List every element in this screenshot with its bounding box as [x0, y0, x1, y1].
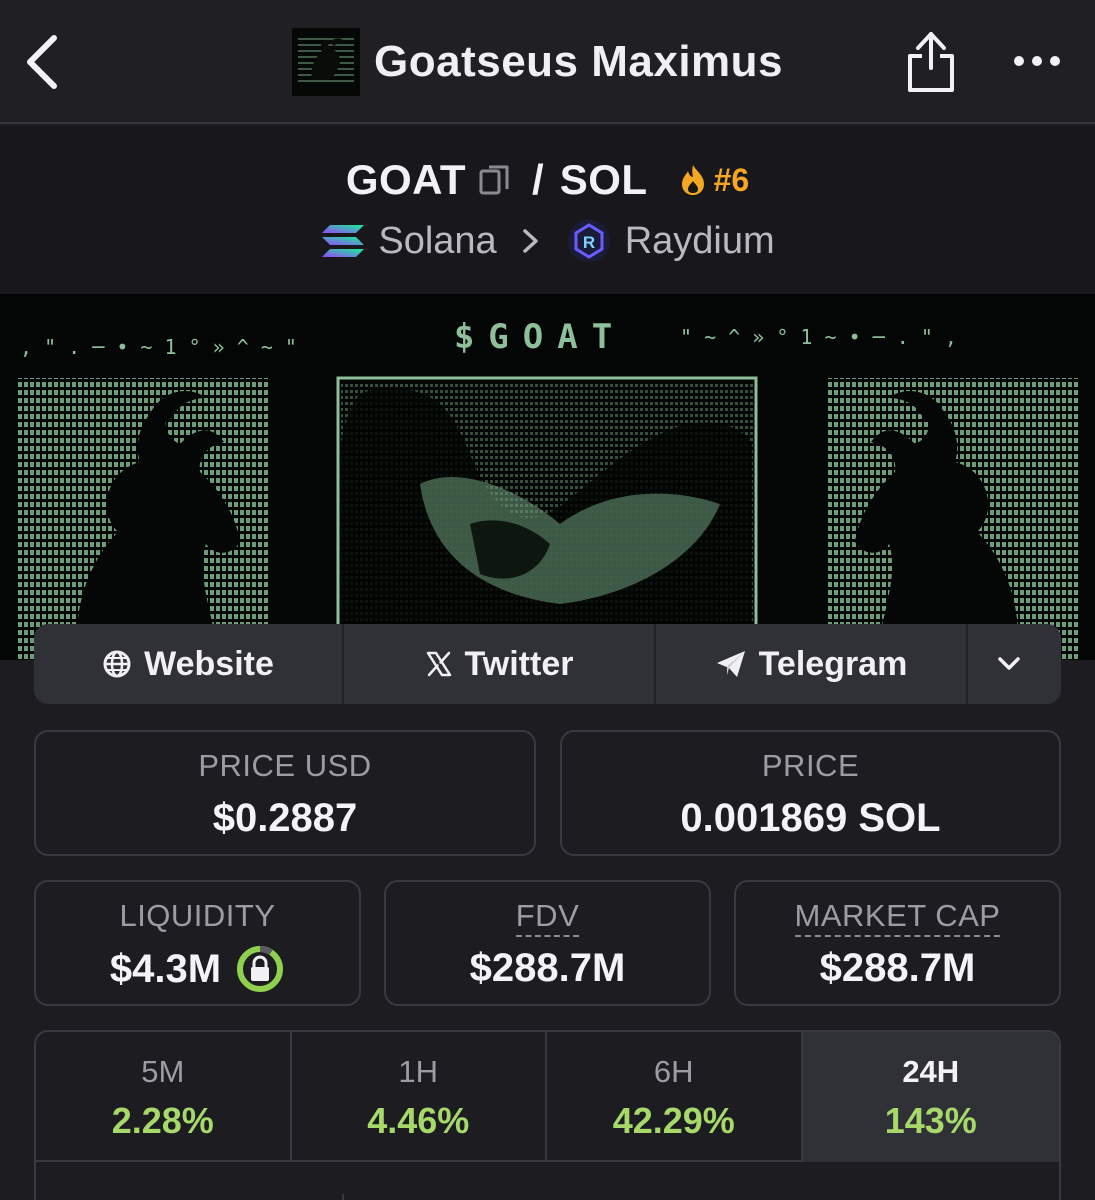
trending-rank: #6 — [713, 161, 750, 198]
copy-icon[interactable] — [478, 163, 512, 197]
telegram-link[interactable]: Telegram — [656, 624, 968, 704]
dex-name[interactable]: Raydium — [625, 220, 775, 263]
price-change-table: 5M 2.28% 1H 4.46% 6H 42.29% 24H 143% — [34, 1030, 1061, 1200]
telegram-label: Telegram — [758, 644, 908, 683]
website-label: Website — [144, 644, 274, 683]
price-usd-card: PRICE USD $0.2887 — [34, 730, 536, 856]
back-button[interactable] — [22, 32, 70, 92]
price-change-value: 2.28% — [111, 1100, 214, 1141]
top-nav-bar: Goatseus Maximus — [0, 0, 1095, 124]
token-logo — [292, 28, 360, 96]
chevron-right-icon — [522, 229, 538, 253]
chain-name[interactable]: Solana — [378, 220, 496, 263]
svg-text:" ~ ^ » ° 1 ~ • ─ . " ,: " ~ ^ » ° 1 ~ • ─ . " , — [680, 325, 957, 349]
tab-1h[interactable]: 1H 4.46% — [292, 1032, 547, 1162]
banner-ticker: $GOAT — [454, 317, 626, 357]
pair-title: GOAT / SOL #6 — [0, 154, 1095, 206]
svg-text:R: R — [583, 233, 595, 252]
fdv-label: FDV — [515, 898, 580, 937]
price-usd-value: $0.2887 — [212, 796, 358, 840]
price-native-value: 0.001869 SOL — [680, 796, 941, 840]
market-cap-label: MARKET CAP — [794, 898, 1001, 937]
price-change-value: 4.46% — [367, 1100, 470, 1141]
solana-icon[interactable] — [320, 221, 366, 261]
market-cap-value: $288.7M — [819, 946, 976, 990]
tab-5m[interactable]: 5M 2.28% — [36, 1032, 292, 1162]
liquidity-lock-icon[interactable] — [235, 944, 285, 994]
quote-token-symbol: SOL — [559, 156, 648, 203]
trending-badge[interactable]: #6 — [678, 161, 750, 199]
timeframe-label: 5M — [141, 1054, 185, 1089]
timeframe-label: 1H — [398, 1054, 439, 1089]
tab-24h[interactable]: 24H 143% — [802, 1032, 1059, 1162]
svg-text:, " . ─ • ~ 1 ° » ^ ~ ": , " . ─ • ~ 1 ° » ^ ~ " — [20, 335, 297, 359]
price-native-card: PRICE 0.001869 SOL — [560, 730, 1061, 856]
pair-separator: / — [532, 156, 544, 203]
fdv-value: $288.7M — [469, 946, 626, 990]
liquidity-value: $4.3M — [109, 946, 222, 991]
raydium-icon[interactable]: R — [567, 219, 611, 263]
chevron-down-icon — [997, 657, 1020, 670]
website-link[interactable]: Website — [34, 624, 344, 704]
txn-stats-row — [36, 1162, 1059, 1200]
market-cap-card[interactable]: MARKET CAP $288.7M — [734, 880, 1061, 1006]
timeframe-label: 24H — [902, 1054, 960, 1089]
fdv-card[interactable]: FDV $288.7M — [384, 880, 711, 1006]
breadcrumb: Solana R Raydium — [0, 216, 1095, 266]
more-links-dropdown[interactable] — [968, 624, 1061, 704]
twitter-link[interactable]: Twitter — [344, 624, 656, 704]
flame-icon — [681, 165, 704, 195]
token-banner-image: , " . ─ • ~ 1 ° » ^ ~ " " ~ ^ » ° 1 ~ • … — [0, 294, 1095, 660]
base-token-symbol: GOAT — [345, 156, 467, 203]
price-usd-label: PRICE USD — [198, 748, 372, 783]
share-button[interactable] — [904, 28, 958, 96]
more-dots-icon — [1014, 56, 1060, 66]
globe-icon — [103, 650, 131, 678]
share-icon — [908, 32, 954, 92]
x-logo-icon — [426, 651, 451, 677]
page-title: Goatseus Maximus — [374, 37, 784, 86]
price-change-value: 143% — [884, 1100, 977, 1141]
chevron-left-icon — [27, 35, 57, 89]
social-links-bar: Website Twitter Telegram — [34, 624, 1061, 704]
timeframe-label: 6H — [653, 1054, 694, 1089]
telegram-icon — [716, 651, 745, 677]
more-options-button[interactable] — [1010, 46, 1064, 76]
divider — [342, 1194, 344, 1200]
pair-header: GOAT / SOL #6 Solana R Raydium — [0, 126, 1095, 294]
tab-6h[interactable]: 6H 42.29% — [547, 1032, 803, 1162]
liquidity-label: LIQUIDITY — [119, 898, 276, 933]
twitter-label: Twitter — [464, 644, 574, 683]
liquidity-card: LIQUIDITY $4.3M — [34, 880, 361, 1006]
price-native-label: PRICE — [761, 748, 860, 783]
price-change-value: 42.29% — [612, 1100, 735, 1141]
